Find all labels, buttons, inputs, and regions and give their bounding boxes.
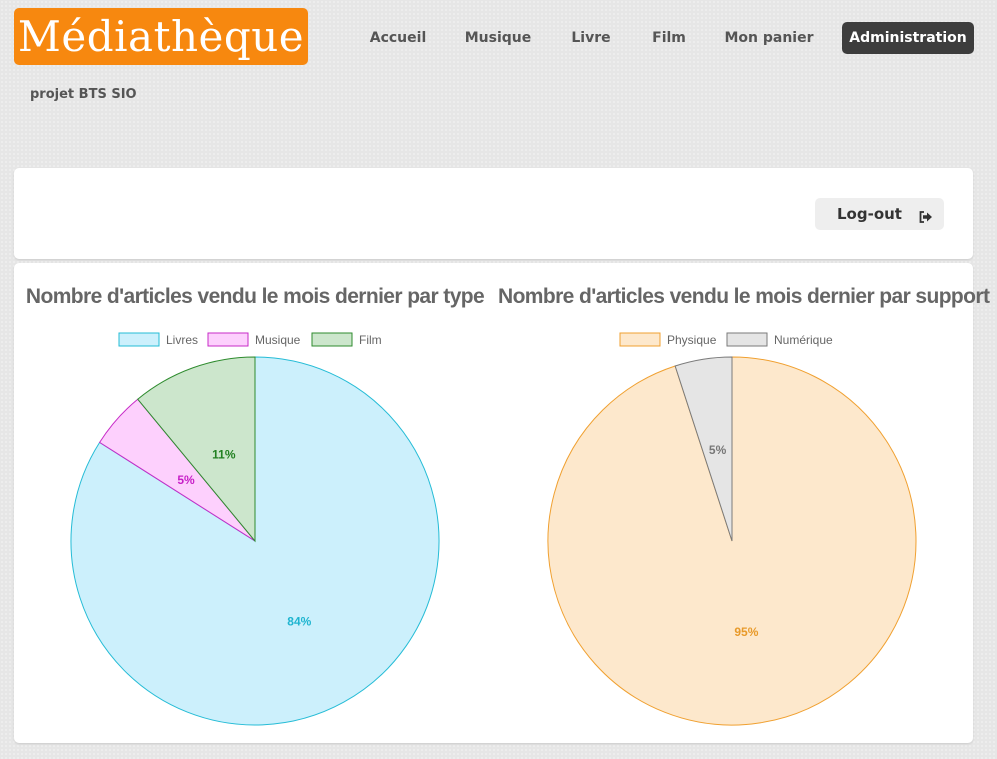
data-label-physique: 95%: [734, 625, 758, 639]
nav-musique[interactable]: Musique: [458, 22, 538, 54]
legend-label-musique[interactable]: Musique: [255, 333, 301, 347]
charts-panel: Nombre d'articles vendu le mois dernier …: [14, 263, 990, 743]
logout-button[interactable]: Log-out: [815, 198, 944, 230]
legend-label-numérique[interactable]: Numérique: [774, 333, 833, 347]
legend-swatch-livres[interactable]: [118, 332, 160, 347]
data-label-musique: 5%: [177, 473, 195, 487]
legend-label-film[interactable]: Film: [359, 333, 382, 347]
legend-label-physique[interactable]: Physique: [667, 333, 717, 347]
sign-out-icon: [919, 208, 933, 223]
legend-swatch-physique[interactable]: [619, 332, 661, 347]
pie-charts: Livres Musique Film 84% 5% 11% Physique Numériq…: [70, 332, 917, 726]
nav-livre[interactable]: Livre: [562, 22, 620, 54]
legend-swatch-film[interactable]: [311, 332, 353, 347]
nav-mon-panier[interactable]: Mon panier: [718, 22, 820, 54]
nav-accueil[interactable]: Accueil: [362, 22, 434, 54]
legend-swatch-musique[interactable]: [207, 332, 249, 347]
data-label-film: 11%: [212, 447, 236, 461]
logout-label: Log-out: [837, 205, 902, 223]
data-label-numérique: 5%: [709, 443, 727, 457]
legend-swatch-numérique[interactable]: [726, 332, 768, 347]
logout-panel: Log-out: [14, 168, 973, 259]
nav-administration[interactable]: Administration: [842, 22, 974, 54]
main-nav: Accueil Musique Livre Film Mon panier Ad…: [0, 22, 997, 54]
legend-label-livres[interactable]: Livres: [166, 333, 198, 347]
data-label-livres: 84%: [287, 615, 311, 629]
nav-film[interactable]: Film: [644, 22, 694, 54]
site-subtitle: projet BTS SIO: [30, 87, 137, 102]
